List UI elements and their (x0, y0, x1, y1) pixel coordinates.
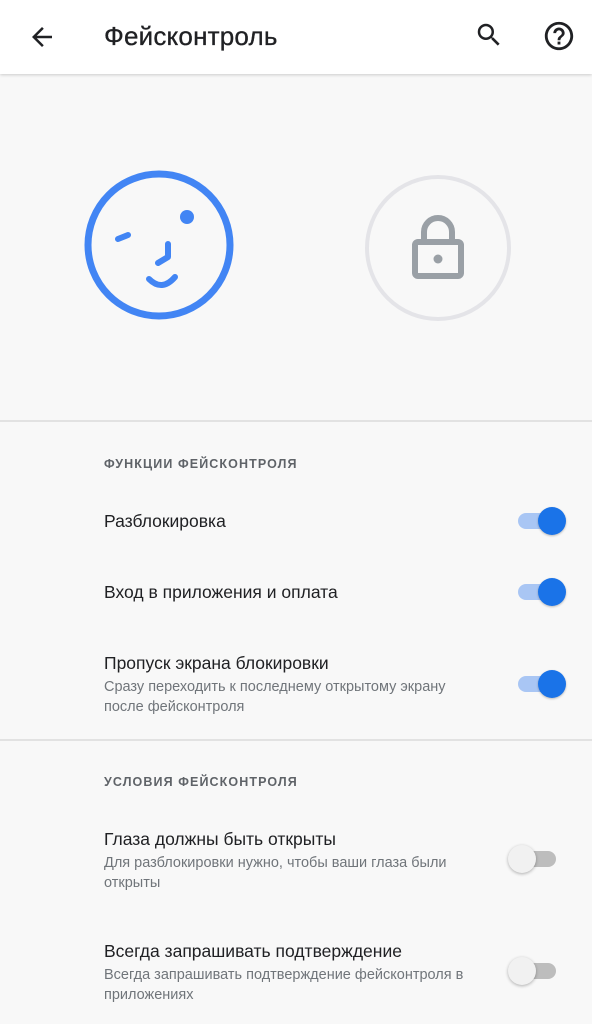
features-section-header: ФУНКЦИИ ФЕЙСКОНТРОЛЯ (104, 457, 298, 471)
search-button[interactable] (469, 15, 509, 55)
setting-row-unlock[interactable]: Разблокировка (0, 490, 592, 554)
help-circle-icon (544, 21, 574, 51)
setting-subtitle: Для разблокировки нужно, чтобы ваши глаз… (104, 855, 447, 891)
eyes-open-switch[interactable] (508, 842, 568, 874)
setting-row-app-signin[interactable]: Вход в приложения и оплата (0, 560, 592, 624)
require-confirmation-switch[interactable] (508, 954, 568, 986)
conditions-section-header: УСЛОВИЯ ФЕЙСКОНТРОЛЯ (104, 775, 298, 789)
setting-subtitle: Сразу переходить к последнему открытому … (104, 679, 446, 715)
help-button[interactable] (538, 15, 580, 57)
skip-lockscreen-switch[interactable] (516, 667, 568, 699)
setting-row-require-confirmation[interactable]: Всегда запрашивать подтверждение Всегда … (0, 928, 592, 1018)
setting-row-eyes-open[interactable]: Глаза должны быть открыты Для разблокиро… (0, 816, 592, 906)
divider (0, 420, 592, 422)
hero-illustration (0, 74, 592, 420)
divider (0, 739, 592, 741)
page-title: Фейсконтроль (104, 21, 278, 51)
setting-row-skip-lockscreen[interactable]: Пропуск экрана блокировки Сразу переходи… (0, 640, 592, 730)
unlock-switch[interactable] (516, 504, 568, 536)
back-button[interactable] (22, 17, 62, 57)
arrow-back-icon (32, 27, 52, 47)
setting-title: Всегда запрашивать подтверждение (104, 941, 402, 961)
setting-title: Глаза должны быть открыты (104, 829, 336, 849)
setting-subtitle: Всегда запрашивать подтверждение фейскон… (104, 967, 464, 1003)
face-icon (84, 170, 234, 320)
lock-icon (365, 175, 511, 321)
setting-title: Разблокировка (104, 511, 226, 531)
app-bar: Фейсконтроль (0, 0, 592, 74)
app-signin-switch[interactable] (516, 575, 568, 607)
face-unlock-settings-screen: Фейсконтроль ФУНКЦИИ ФЕЙСКОНТРОЛЯ Разбло… (0, 0, 592, 1024)
setting-title: Вход в приложения и оплата (104, 582, 338, 602)
setting-title: Пропуск экрана блокировки (104, 653, 329, 673)
search-icon (477, 23, 500, 46)
